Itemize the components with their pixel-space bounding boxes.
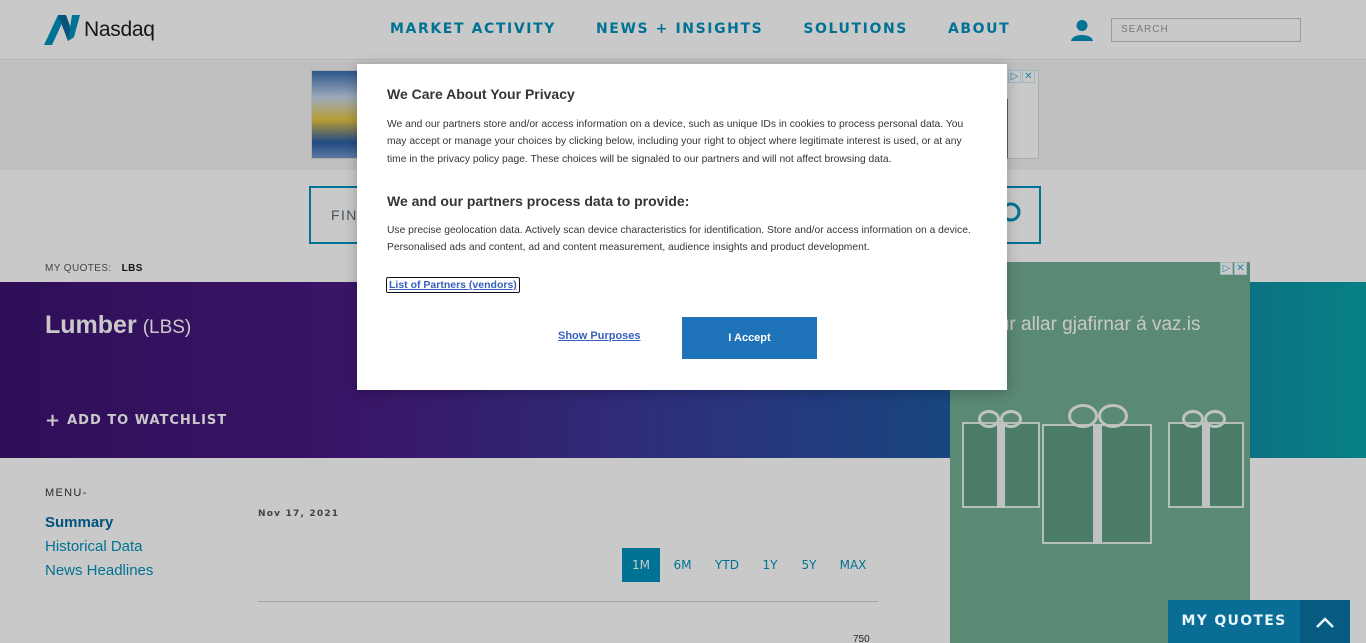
accept-button[interactable]: I Accept [682, 317, 817, 359]
chevron-up-icon[interactable] [1300, 600, 1350, 643]
privacy-purposes-text: Use precise geolocation data. Actively s… [387, 225, 971, 254]
my-quotes-bar-label[interactable]: MY QUOTES [1168, 600, 1300, 643]
show-purposes-button[interactable]: Show Purposes [558, 330, 641, 342]
privacy-consent-dialog: We Care About Your Privacy We and our pa… [357, 64, 1007, 390]
vendors-link[interactable]: List of Partners (vendors) [386, 277, 520, 293]
privacy-body: We and our partners store and/or access … [387, 119, 964, 165]
privacy-title: We Care About Your Privacy [387, 86, 575, 102]
privacy-subtitle: We and our partners process data to prov… [387, 193, 690, 209]
my-quotes-bar[interactable]: MY QUOTES [1168, 600, 1350, 643]
